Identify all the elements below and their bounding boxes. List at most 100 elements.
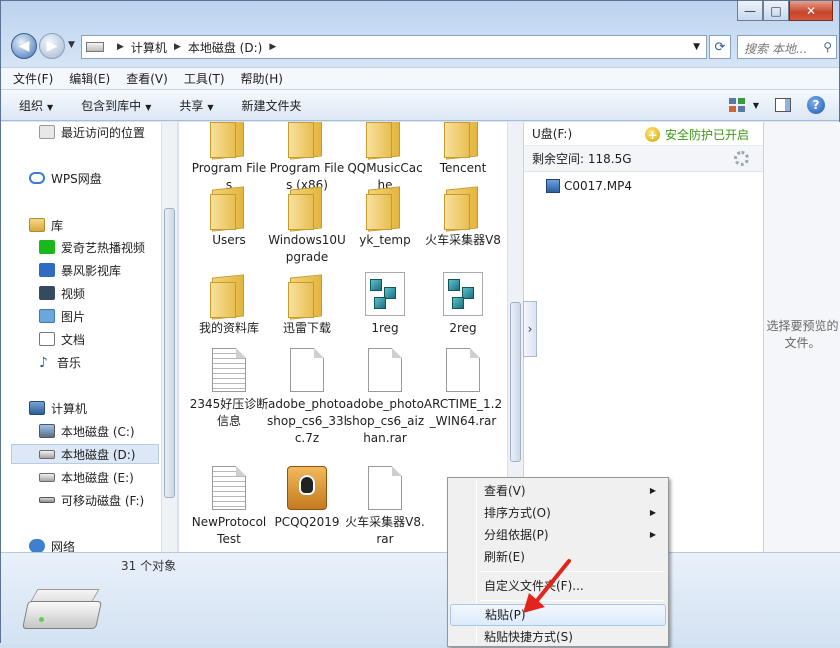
archive-file-icon xyxy=(368,466,402,510)
nav-documents[interactable]: 文档 xyxy=(39,329,85,349)
folder-item[interactable]: 迅雷下载 xyxy=(267,272,347,337)
folder-icon xyxy=(364,122,406,158)
nav-scrollbar[interactable] xyxy=(161,122,177,552)
nav-drive-c[interactable]: 本地磁盘 (C:) xyxy=(39,421,135,441)
hard-drive-icon xyxy=(22,583,102,633)
text-file-icon xyxy=(212,466,246,510)
command-bar: 组织 ▼ 包含到库中 ▼ 共享 ▼ 新建文件夹 ▼ ? xyxy=(1,89,839,121)
nav-network[interactable]: 网络 xyxy=(29,536,75,552)
nav-drive-d[interactable]: 本地磁盘 (D:) xyxy=(11,444,159,464)
baofeng-icon xyxy=(39,263,55,277)
chevron-right-icon[interactable]: ▶ xyxy=(269,42,276,52)
preview-pane-icon[interactable] xyxy=(775,98,791,112)
document-icon xyxy=(39,332,55,346)
usb-drive-icon xyxy=(39,497,55,503)
submenu-arrow-icon: ▶ xyxy=(649,508,656,517)
nav-libraries[interactable]: 库 xyxy=(29,215,63,235)
nav-computer[interactable]: 计算机 xyxy=(29,398,87,418)
nav-recent-places[interactable]: 最近访问的位置 xyxy=(39,122,145,142)
folder-item[interactable]: yk_temp xyxy=(345,184,425,249)
folder-icon xyxy=(208,272,250,318)
menu-item-group[interactable]: 分组依据(P) ▶ xyxy=(450,524,666,546)
drive-icon xyxy=(39,449,55,459)
submenu-arrow-icon: ▶ xyxy=(649,530,656,539)
menu-item-paste-shortcut[interactable]: 粘贴快捷方式(S) xyxy=(450,626,666,648)
usb-file-item[interactable]: C0017.MP4 xyxy=(524,172,763,193)
maximize-button[interactable]: □ xyxy=(763,1,789,21)
chevron-right-icon[interactable]: ▶ xyxy=(174,42,181,52)
file-item[interactable]: adobe_photoshop_cs6_33lc.7z xyxy=(267,348,347,447)
address-dropdown[interactable]: ▼ xyxy=(693,42,700,52)
nav-iqiyi[interactable]: 爱奇艺热播视频 xyxy=(39,237,145,257)
forward-button[interactable]: ▶ xyxy=(39,33,65,59)
window-controls: — □ ✕ xyxy=(737,1,833,21)
include-in-library-button[interactable]: 包含到库中 ▼ xyxy=(81,97,151,114)
folder-icon xyxy=(208,122,250,158)
nav-videos[interactable]: 视频 xyxy=(39,283,85,303)
search-input[interactable]: 搜索 本地... ⚲ xyxy=(737,35,837,59)
archive-file-icon xyxy=(446,348,480,392)
address-row: ◀ ▶ ▼ ▶ 计算机 ▶ 本地磁盘 (D:) ▶ ▼ ⟳ 搜索 本地... ⚲ xyxy=(9,31,837,61)
expand-pane-button[interactable]: › xyxy=(523,301,537,357)
folder-item[interactable]: 火车采集器V8 xyxy=(423,184,503,249)
recent-places-icon xyxy=(39,125,55,139)
folder-icon xyxy=(286,272,328,318)
new-folder-button[interactable]: 新建文件夹 xyxy=(242,97,302,114)
folder-item[interactable]: Tencent xyxy=(423,122,503,177)
nav-baofeng[interactable]: 暴风影视库 xyxy=(39,260,121,280)
menu-tools[interactable]: 工具(T) xyxy=(184,70,225,87)
chevron-right-icon[interactable]: ▶ xyxy=(117,42,124,52)
breadcrumb-computer[interactable]: 计算机 xyxy=(131,39,167,56)
search-icon[interactable]: ⚲ xyxy=(823,40,832,54)
menu-view[interactable]: 查看(V) xyxy=(126,70,168,87)
nav-drive-f[interactable]: 可移动磁盘 (F:) xyxy=(39,490,144,510)
iqiyi-icon xyxy=(39,240,55,254)
nav-drive-e[interactable]: 本地磁盘 (E:) xyxy=(39,467,134,487)
file-item[interactable]: adobe_photoshop_cs6_aizhan.rar xyxy=(345,348,425,447)
menu-item-sort[interactable]: 排序方式(O) ▶ xyxy=(450,502,666,524)
share-button[interactable]: 共享 ▼ xyxy=(179,97,213,114)
file-scroll-thumb[interactable] xyxy=(510,302,521,462)
gear-icon[interactable] xyxy=(734,151,749,166)
nav-scroll-thumb[interactable] xyxy=(164,208,175,498)
nav-music[interactable]: ♪ 音乐 xyxy=(39,352,81,372)
recent-pages-dropdown[interactable]: ▼ xyxy=(68,40,75,50)
help-icon[interactable]: ? xyxy=(807,96,825,114)
organize-button[interactable]: 组织 ▼ xyxy=(19,97,53,114)
nav-pictures[interactable]: 图片 xyxy=(39,306,85,326)
file-item[interactable]: PCQQ2019 xyxy=(267,466,347,531)
file-item[interactable]: 2reg xyxy=(423,272,503,337)
preview-pane: 选择要预览的文件。 xyxy=(763,122,840,552)
file-item[interactable]: ARCTIME_1.2_WIN64.rar xyxy=(423,348,503,430)
address-bar[interactable]: ▶ 计算机 ▶ 本地磁盘 (D:) ▶ ▼ xyxy=(81,35,707,59)
change-view-icon[interactable] xyxy=(728,98,745,112)
menu-file[interactable]: 文件(F) xyxy=(13,70,53,87)
menu-edit[interactable]: 编辑(E) xyxy=(69,70,110,87)
menu-item-view[interactable]: 查看(V) ▶ xyxy=(450,480,666,502)
file-item[interactable]: NewProtocolTest xyxy=(189,466,269,548)
folder-item[interactable]: Users xyxy=(189,184,269,249)
plus-shield-icon: + xyxy=(644,127,660,142)
minimize-button[interactable]: — xyxy=(737,1,763,21)
usb-free-space: 剩余空间: 118.5G xyxy=(532,152,632,166)
breadcrumb-drive-d[interactable]: 本地磁盘 (D:) xyxy=(188,39,262,56)
menu-bar: 文件(F) 编辑(E) 查看(V) 工具(T) 帮助(H) xyxy=(1,67,839,89)
usb-protection-status[interactable]: + 安全防护已开启 xyxy=(644,126,749,143)
file-item[interactable]: 1reg xyxy=(345,272,425,337)
network-icon xyxy=(29,539,45,552)
nav-wps-cloud[interactable]: WPS网盘 xyxy=(29,168,102,188)
folder-item[interactable]: Windows10Upgrade xyxy=(267,184,347,266)
refresh-button[interactable]: ⟳ xyxy=(709,35,731,59)
view-options-dropdown[interactable]: ▼ xyxy=(753,101,759,110)
details-pane: 31 个对象 xyxy=(1,552,840,644)
folder-icon xyxy=(208,184,250,230)
search-placeholder: 搜索 本地... xyxy=(744,42,808,56)
back-button[interactable]: ◀ xyxy=(11,33,37,59)
close-button[interactable]: ✕ xyxy=(789,1,833,21)
file-item[interactable]: 2345好压诊断信息 xyxy=(189,348,269,430)
folder-item[interactable]: 我的资料库 xyxy=(189,272,269,337)
file-item[interactable]: 火车采集器V8.rar xyxy=(345,466,425,548)
menu-help[interactable]: 帮助(H) xyxy=(241,70,283,87)
submenu-arrow-icon: ▶ xyxy=(649,486,656,495)
video-file-icon xyxy=(546,179,560,193)
